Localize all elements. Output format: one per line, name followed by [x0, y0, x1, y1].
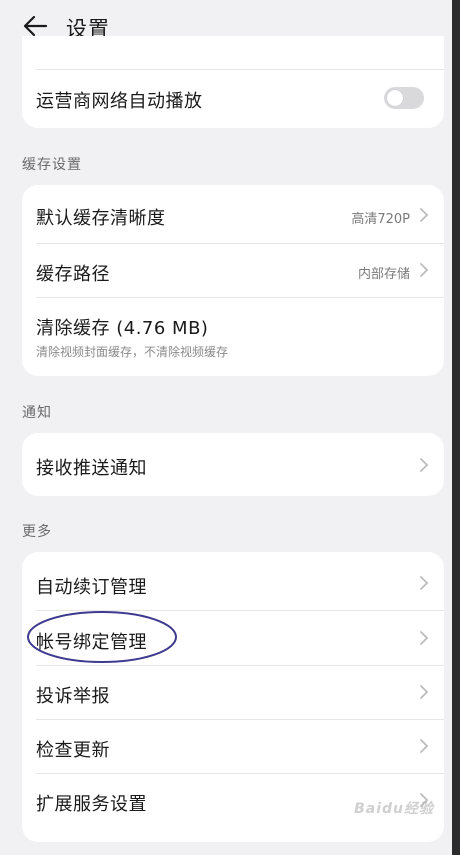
autoplay-label: 运营商网络自动播放 — [36, 91, 203, 112]
default-quality-value: 高清720P — [351, 212, 410, 227]
playback-card: 运营商网络自动播放 — [22, 36, 444, 128]
check-update-row[interactable]: 检查更新 — [22, 720, 444, 773]
watermark: Baidu经验 — [354, 801, 434, 817]
chevron-right-icon — [420, 631, 429, 645]
cache-path-value: 内部存储 — [357, 267, 410, 282]
notify-card: 接收推送通知 — [22, 433, 444, 496]
toggle-knob — [387, 90, 403, 106]
scrollbar[interactable] — [452, 0, 460, 855]
arrow-left-icon — [23, 15, 48, 37]
clear-cache-description: 清除视频封面缓存，不清除视频缓存 — [36, 345, 229, 359]
complaint-label: 投诉举报 — [36, 686, 110, 707]
clear-cache-label: 清除缓存 (4.76 MB) — [36, 318, 209, 339]
auto-renew-row[interactable]: 自动续订管理 — [22, 552, 444, 610]
cache-path-label: 缓存路径 — [36, 264, 110, 285]
push-notification-row[interactable]: 接收推送通知 — [22, 433, 444, 496]
chevron-right-icon — [420, 208, 429, 222]
section-title-notify: 通知 — [22, 405, 52, 421]
section-title-cache: 缓存设置 — [22, 157, 82, 173]
autoplay-toggle[interactable] — [384, 87, 424, 109]
default-quality-row[interactable]: 默认缓存清晰度 高清720P — [22, 185, 444, 243]
chevron-right-icon — [420, 263, 429, 277]
default-quality-label: 默认缓存清晰度 — [36, 208, 166, 229]
extension-service-label: 扩展服务设置 — [36, 794, 147, 815]
section-title-more: 更多 — [22, 524, 52, 540]
autoplay-row[interactable]: 运营商网络自动播放 — [22, 70, 444, 128]
auto-renew-label: 自动续订管理 — [36, 577, 147, 598]
chevron-right-icon — [420, 685, 429, 699]
chevron-right-icon — [420, 739, 429, 753]
account-binding-row[interactable]: 帐号绑定管理 — [22, 611, 444, 665]
check-update-label: 检查更新 — [36, 740, 110, 761]
cache-path-row[interactable]: 缓存路径 内部存储 — [22, 244, 444, 297]
push-notification-label: 接收推送通知 — [36, 458, 147, 479]
complaint-row[interactable]: 投诉举报 — [22, 666, 444, 719]
cache-card: 默认缓存清晰度 高清720P 缓存路径 内部存储 清除缓存 (4.76 MB) … — [22, 185, 444, 376]
clear-cache-row[interactable]: 清除缓存 (4.76 MB) 清除视频封面缓存，不清除视频缓存 — [22, 298, 444, 376]
account-binding-label: 帐号绑定管理 — [36, 632, 147, 653]
chevron-right-icon — [420, 576, 429, 590]
chevron-right-icon — [420, 458, 429, 472]
